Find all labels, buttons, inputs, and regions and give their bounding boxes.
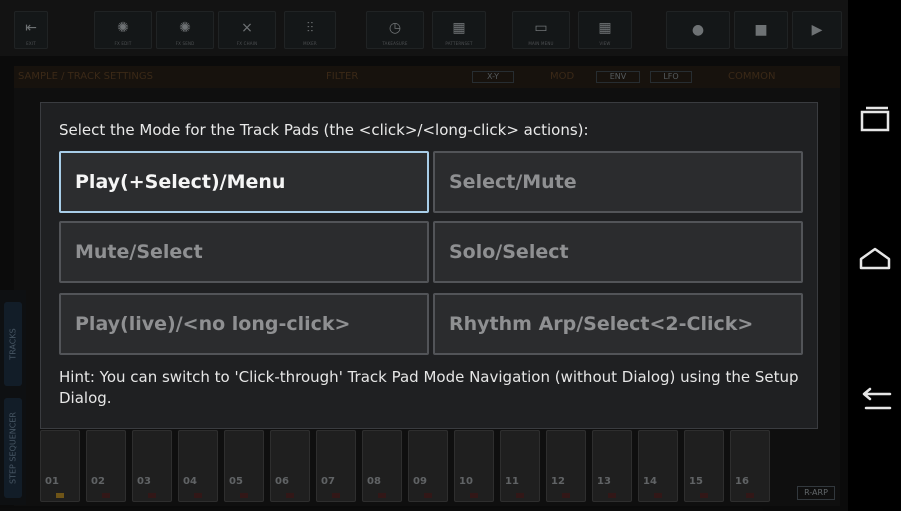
option-play-select-menu[interactable]: Play(+Select)/Menu bbox=[59, 151, 429, 213]
option-select-mute[interactable]: Select/Mute bbox=[433, 151, 803, 213]
dialog-title: Select the Mode for the Track Pads (the … bbox=[59, 121, 589, 139]
android-nav-bar bbox=[848, 0, 901, 511]
back-icon[interactable] bbox=[856, 380, 894, 418]
home-icon[interactable] bbox=[856, 238, 894, 276]
option-rhythm-arp-select[interactable]: Rhythm Arp/Select<2-Click> bbox=[433, 293, 803, 355]
dialog-hint: Hint: You can switch to 'Click-through' … bbox=[59, 368, 799, 407]
option-mute-select[interactable]: Mute/Select bbox=[59, 221, 429, 283]
app-window: ⇤ EXIT ✺ FX EDIT ✺ FX SEND × FX CHAIN ⫶⫶… bbox=[0, 0, 848, 511]
recents-icon[interactable] bbox=[856, 100, 894, 138]
track-pad-mode-dialog: Select the Mode for the Track Pads (the … bbox=[40, 102, 818, 429]
option-solo-select[interactable]: Solo/Select bbox=[433, 221, 803, 283]
option-play-live[interactable]: Play(live)/<no long-click> bbox=[59, 293, 429, 355]
